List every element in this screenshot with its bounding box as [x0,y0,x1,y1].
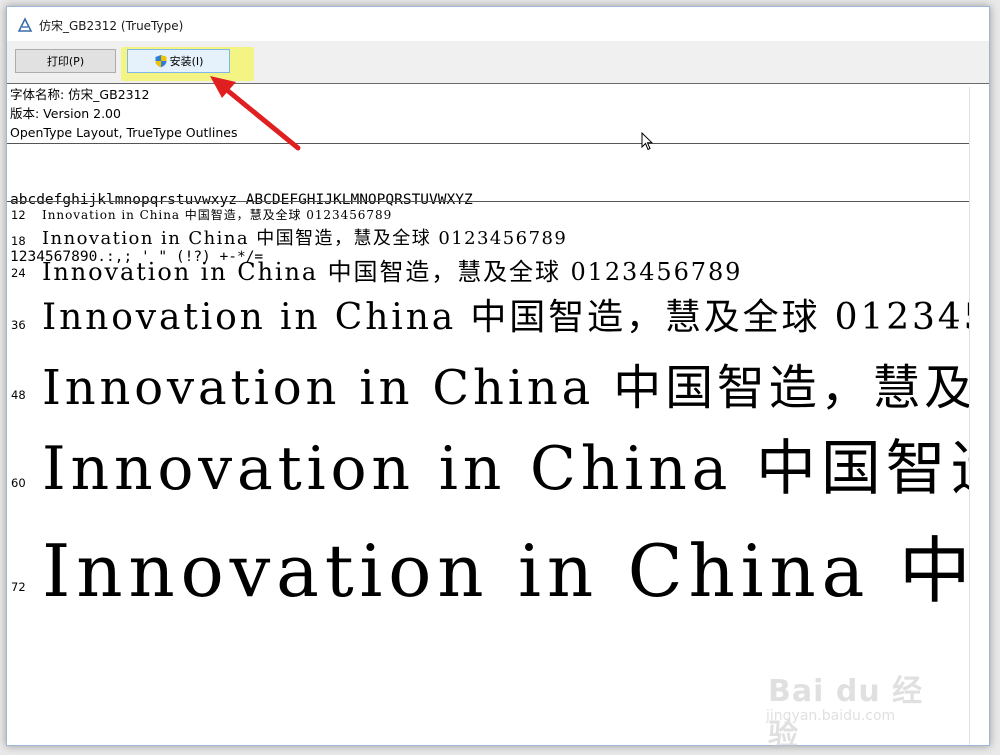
font-version-line: 版本: Version 2.00 [10,106,121,121]
sample-size-label: 72 [11,580,26,594]
baidu-watermark: Bai du 经验 jingyan.baidu.com [760,648,950,753]
title-bar: 仿宋_GB2312 (TrueType) [7,7,989,41]
sample-text: Innovation in China 中国智造，慧及全球 0123456789 [42,208,393,222]
sample-text: Innovation in China 中国智造，慧及全球 0123456789 [42,297,990,338]
mouse-cursor-icon [641,132,653,151]
sample-text: Innovation in China 中国智造，慧及全球 0123456789 [42,258,743,286]
font-viewer-window: 仿宋_GB2312 (TrueType) 打印(P) 安装(I) 字体名称: 仿… [6,6,990,746]
divider-info [7,143,989,144]
sample-size-label: 24 [11,266,26,280]
watermark-url: jingyan.baidu.com [766,708,896,724]
sample-size-label: 12 [11,208,26,222]
sample-size-label: 18 [11,234,26,248]
font-info: 字体名称: 仿宋_GB2312 版本: Version 2.00 OpenTyp… [10,85,237,142]
font-format-line: OpenType Layout, TrueType Outlines [10,125,238,140]
sample-text: Innovation in China 中国智造，慧及全球 0123456789 [42,228,568,249]
install-button[interactable]: 安装(I) [127,49,230,73]
sample-row-24: 24 Innovation in China 中国智造，慧及全球 0123456… [7,252,989,288]
font-app-icon [17,17,33,32]
uac-shield-icon [155,55,167,68]
sample-text: Innovation in China 中国智造，慧及全球 0123456789 [42,360,989,416]
print-button-label: 打印(P) [46,55,85,68]
sample-text: Innovation in China 中国智造，慧及全球 0123456789 [42,434,990,504]
sample-size-label: 48 [11,388,26,402]
scroll-area-edge [969,87,989,745]
divider-charset [7,201,989,202]
sample-row-12: 12 Innovation in China 中国智造，慧及全球 0123456… [7,204,989,224]
sample-size-label: 60 [11,476,26,490]
print-button[interactable]: 打印(P) [15,49,116,73]
font-name-line: 字体名称: 仿宋_GB2312 [10,87,150,102]
window-title: 仿宋_GB2312 (TrueType) [39,19,184,33]
sample-size-label: 36 [11,318,26,332]
install-button-label: 安装(I) [169,55,204,68]
sample-row-18: 18 Innovation in China 中国智造，慧及全球 0123456… [7,224,989,252]
sample-row-60: 60 Innovation in China 中国智造，慧及全球 0123456… [7,416,989,508]
sample-text: Innovation in China 中国智造，慧及全球 0123456789 [42,529,989,613]
sample-row-48: 48 Innovation in China 中国智造，慧及全球 0123456… [7,344,989,416]
sample-row-36: 36 Innovation in China 中国智造，慧及全球 0123456… [7,288,989,344]
sample-row-72: 72 Innovation in China 中国智造，慧及全球 0123456… [7,508,989,618]
